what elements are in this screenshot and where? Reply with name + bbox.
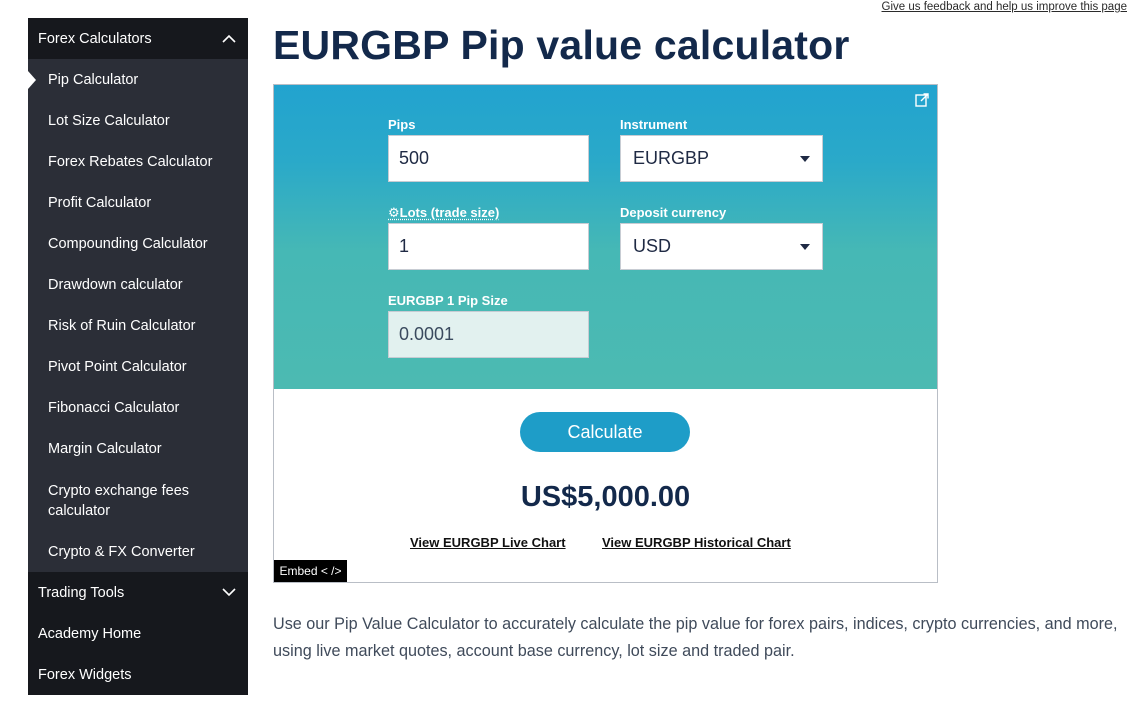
sidebar-section-label: Trading Tools	[38, 584, 125, 601]
sidebar-items: Pip Calculator Lot Size Calculator Forex…	[28, 59, 248, 572]
pip-size-field: 0.0001	[388, 311, 589, 358]
pips-label: Pips	[388, 117, 416, 132]
sidebar-item-label: Fibonacci Calculator	[48, 399, 180, 416]
sidebar-item-label: Crypto & FX Converter	[48, 543, 195, 560]
instrument-select[interactable]: EURGBP	[620, 135, 823, 182]
embed-button[interactable]: Embed < />	[274, 560, 347, 582]
sidebar-item-label: Compounding Calculator	[48, 235, 208, 252]
pips-input[interactable]: 500	[388, 135, 589, 182]
dropdown-arrow-icon	[800, 155, 810, 162]
sidebar-section-trading-tools[interactable]: Trading Tools	[28, 572, 248, 613]
sidebar-item-label: Lot Size Calculator	[48, 112, 170, 129]
chevron-down-icon	[220, 584, 238, 602]
sidebar-item-crypto-exchange-fees-calculator[interactable]: Crypto exchange fees calculator	[28, 469, 248, 531]
calculate-button[interactable]: Calculate	[520, 412, 690, 452]
historical-chart-link[interactable]: View EURGBP Historical Chart	[602, 535, 791, 550]
calculator-input-panel: Pips 500 Instrument EURGBP ⚙Lots (trade …	[274, 85, 937, 389]
sidebar-section-forex-calculators[interactable]: Forex Calculators	[28, 18, 248, 59]
sidebar-item-risk-of-ruin-calculator[interactable]: Risk of Ruin Calculator	[28, 305, 248, 346]
sidebar-item-margin-calculator[interactable]: Margin Calculator	[28, 428, 248, 469]
pip-value-result: US$5,000.00	[520, 481, 691, 513]
sidebar-item-pip-calculator[interactable]: Pip Calculator	[28, 59, 248, 100]
pip-calculator-widget: Pips 500 Instrument EURGBP ⚙Lots (trade …	[273, 84, 938, 583]
sidebar-academy-home[interactable]: Academy Home	[28, 613, 248, 654]
live-chart-link[interactable]: View EURGBP Live Chart	[410, 535, 566, 550]
deposit-currency-select[interactable]: USD	[620, 223, 823, 270]
page-title: EURGBP Pip value calculator	[273, 22, 850, 68]
sidebar-item-label: Margin Calculator	[48, 440, 162, 457]
sidebar-item-profit-calculator[interactable]: Profit Calculator	[28, 182, 248, 223]
feedback-link[interactable]: Give us feedback and help us improve thi…	[882, 1, 1127, 13]
sidebar-item-compounding-calculator[interactable]: Compounding Calculator	[28, 223, 248, 264]
sidebar-item-label: Crypto exchange fees calculator	[48, 483, 190, 519]
sidebar-item-label: Pip Calculator	[48, 71, 139, 88]
sidebar-item-pivot-point-calculator[interactable]: Pivot Point Calculator	[28, 346, 248, 387]
lots-input[interactable]: 1	[388, 223, 589, 270]
sidebar-section-label: Forex Calculators	[38, 30, 152, 47]
chevron-up-icon	[220, 30, 238, 48]
sidebar-item-drawdown-calculator[interactable]: Drawdown calculator	[28, 264, 248, 305]
pip-size-label: EURGBP 1 Pip Size	[388, 293, 508, 308]
deposit-currency-label: Deposit currency	[620, 205, 727, 220]
sidebar-forex-widgets[interactable]: Forex Widgets	[28, 654, 248, 695]
dropdown-arrow-icon	[800, 243, 810, 250]
deposit-currency-value: USD	[633, 236, 672, 256]
sidebar: Forex Calculators Pip Calculator Lot Siz…	[28, 18, 248, 695]
sidebar-item-label: Risk of Ruin Calculator	[48, 317, 196, 334]
sidebar-item-crypto-fx-converter[interactable]: Crypto & FX Converter	[28, 531, 248, 572]
instrument-value: EURGBP	[633, 148, 710, 168]
open-external-icon[interactable]	[915, 93, 929, 107]
sidebar-item-label: Profit Calculator	[48, 194, 152, 211]
sidebar-item-label: Drawdown calculator	[48, 276, 183, 293]
instrument-label: Instrument	[620, 117, 688, 132]
sidebar-item-lot-size-calculator[interactable]: Lot Size Calculator	[28, 100, 248, 141]
sidebar-item-label: Pivot Point Calculator	[48, 358, 187, 375]
sidebar-item-forex-rebates-calculator[interactable]: Forex Rebates Calculator	[28, 141, 248, 182]
sidebar-item-fibonacci-calculator[interactable]: Fibonacci Calculator	[28, 387, 248, 428]
lots-label[interactable]: ⚙Lots (trade size)	[388, 205, 499, 221]
sidebar-item-label: Forex Rebates Calculator	[48, 153, 213, 170]
page-description: Use our Pip Value Calculator to accurate…	[273, 615, 1118, 660]
